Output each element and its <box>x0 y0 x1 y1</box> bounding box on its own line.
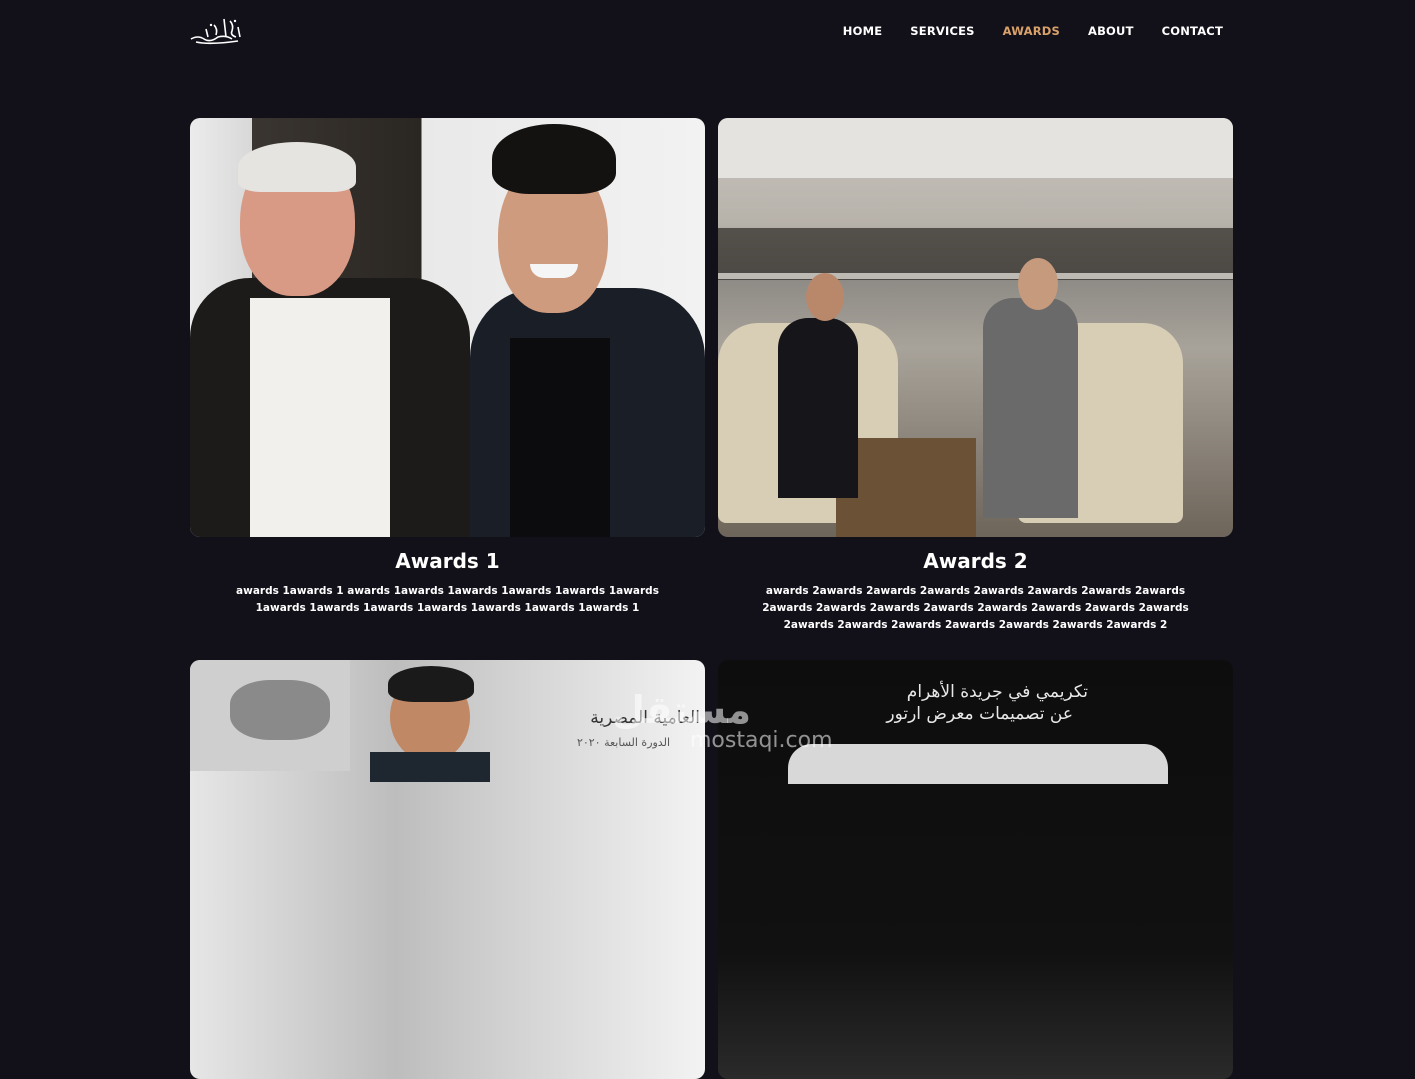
award-photo <box>718 118 1233 537</box>
photo-arabic-line1: تكريمي في جريدة الأهرام <box>906 682 1088 702</box>
award-card[interactable]: تكريمي في جريدة الأهرام عن تصميمات معرض … <box>718 660 1233 1079</box>
award-description: awards 2awards 2awards 2awards 2awards 2… <box>762 585 1189 631</box>
award-photo <box>190 118 705 537</box>
watermark-logo: مستقل <box>612 688 751 732</box>
watermark-url: mostaqi.com <box>690 728 833 753</box>
nav-home[interactable]: HOME <box>843 24 883 38</box>
award-title: Awards 2 <box>923 549 1028 573</box>
nav-about[interactable]: ABOUT <box>1088 24 1134 38</box>
nav-awards[interactable]: AWARDS <box>1003 24 1060 38</box>
site-logo[interactable] <box>188 15 244 47</box>
award-description: awards 1awards 1 awards 1awards 1awards … <box>236 585 659 614</box>
award-photo: تكريمي في جريدة الأهرام عن تصميمات معرض … <box>718 660 1233 1079</box>
nav-contact[interactable]: CONTACT <box>1162 24 1223 38</box>
award-card[interactable]: Awards 2 awards 2awards 2awards 2awards … <box>718 118 1233 634</box>
photo-arabic-subtitle: الدورة السابعة ٢٠٢٠ <box>576 736 670 749</box>
nav-services[interactable]: SERVICES <box>910 24 974 38</box>
photo-arabic-line2: عن تصميمات معرض ارتور <box>886 704 1073 724</box>
main-nav: HOME SERVICES AWARDS ABOUT CONTACT <box>843 24 1223 38</box>
site-header: HOME SERVICES AWARDS ABOUT CONTACT <box>0 0 1415 62</box>
award-title: Awards 1 <box>395 549 500 573</box>
award-card[interactable]: Awards 1 awards 1awards 1 awards 1awards… <box>190 118 705 617</box>
